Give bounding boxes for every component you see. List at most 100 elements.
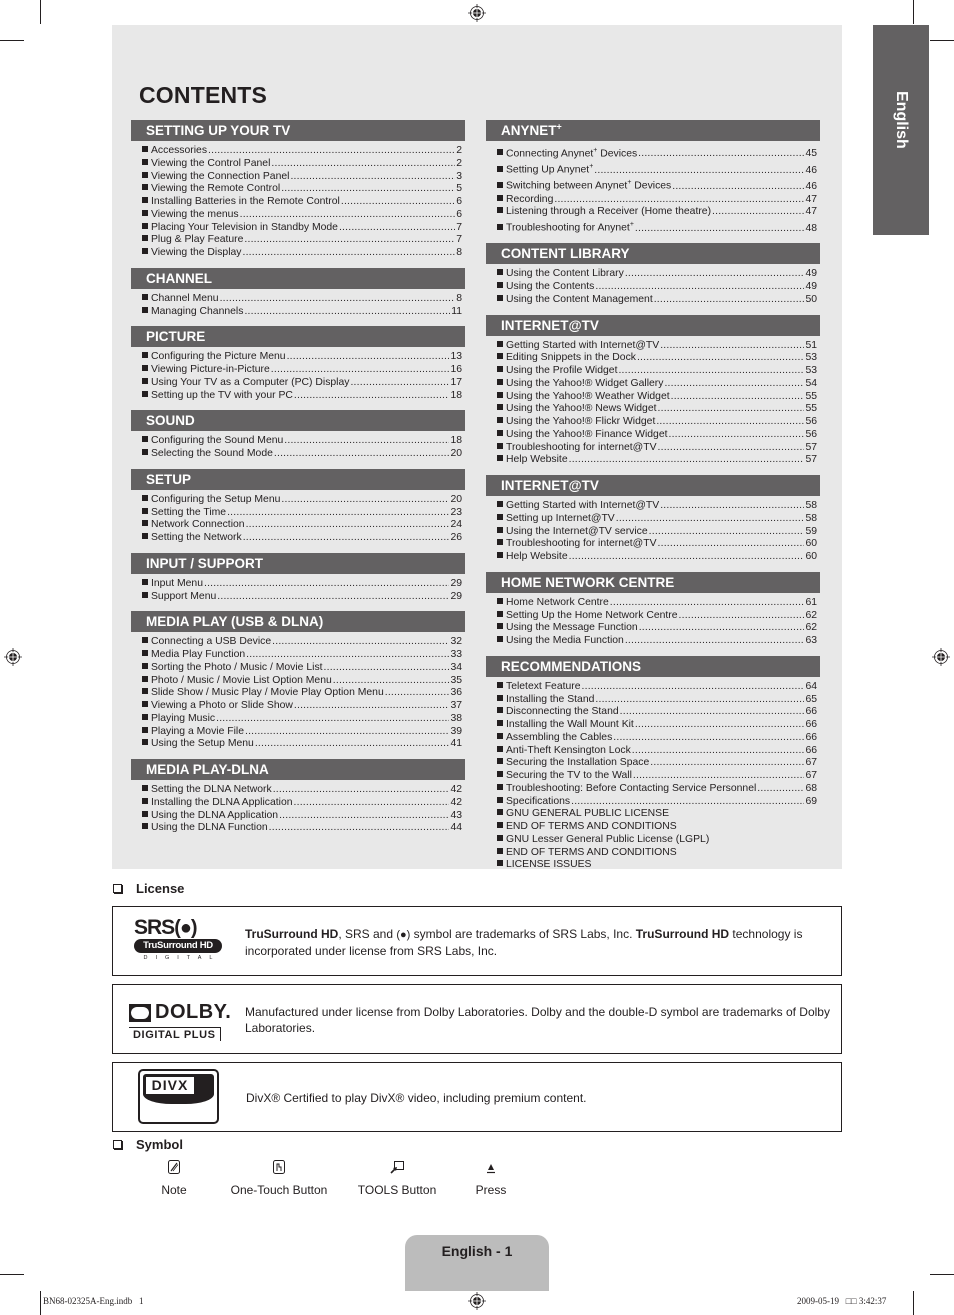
symbol-label: TOOLS Button	[357, 1183, 437, 1197]
toc-entry[interactable]: Support Menu 29	[131, 591, 465, 604]
toc-entry[interactable]: Setting the Time 23	[131, 507, 465, 520]
toc-entry[interactable]: Sorting the Photo / Music / Movie List 34	[131, 662, 465, 675]
toc-entry[interactable]: Help Website 57	[486, 454, 820, 467]
toc-entry[interactable]: Disconnecting the Stand 66	[486, 706, 820, 719]
toc-entry[interactable]: Troubleshooting for Anynet+48	[486, 219, 820, 235]
square-bullet-icon	[497, 340, 503, 347]
toc-entry[interactable]: Connecting Anynet+ Devices 45	[486, 145, 820, 161]
dot-leader	[333, 675, 450, 688]
toc-entry[interactable]: Anti-Theft Kensington Lock 66	[486, 745, 820, 758]
square-bullet-icon	[497, 623, 503, 630]
toc-entry[interactable]: Viewing the Control Panel 2	[131, 158, 465, 171]
toc-entry[interactable]: Installing Batteries in the Remote Contr…	[131, 196, 465, 209]
toc-entry[interactable]: Viewing Picture-in-Picture 16	[131, 364, 465, 377]
toc-entry[interactable]: Editing Snippets in the Dock 53	[486, 352, 820, 365]
dot-leader	[271, 158, 455, 171]
toc-entry[interactable]: Configuring the Setup Menu 20	[131, 494, 465, 507]
toc-entry[interactable]: Listening through a Receiver (Home theat…	[486, 206, 820, 219]
toc-entry[interactable]: Placing Your Television in Standby Mode 7	[131, 222, 465, 235]
toc-entry[interactable]: Using the Content Management 50	[486, 294, 820, 307]
toc-section: PICTUREConfiguring the Picture Menu13Vie…	[131, 326, 465, 402]
toc-entry[interactable]: Assembling the Cables 66	[486, 732, 820, 745]
toc-entry-label: Configuring the Setup Menu	[151, 494, 280, 507]
square-bullet-icon	[142, 390, 148, 397]
toc-entry[interactable]: Using the Yahoo!® Finance Widget 56	[486, 429, 820, 442]
toc-entry[interactable]: Viewing a Photo or Slide Show 37	[131, 700, 465, 713]
toc-entry[interactable]: Input Menu 29	[131, 578, 465, 591]
toc-entry[interactable]: Getting Started with Internet@TV 51	[486, 340, 820, 353]
toc-entry-label: Using the Media Function	[506, 635, 624, 648]
toc-entry[interactable]: Using the Yahoo!® Weather Widget 55	[486, 391, 820, 404]
toc-entry[interactable]: Help Website 60	[486, 551, 820, 564]
toc-entry[interactable]: Photo / Music / Movie List Option Menu 35	[131, 675, 465, 688]
toc-entry[interactable]: Installing the Stand 65	[486, 694, 820, 707]
license-heading: License	[113, 881, 184, 896]
toc-entry-text: Using the Setup Menu	[151, 738, 254, 750]
toc-entry[interactable]: GNU GENERAL PUBLIC LICENSE	[486, 808, 820, 821]
toc-entry[interactable]: Setting the Network 26	[131, 532, 465, 545]
toc-entry[interactable]: Setting Up the Home Network Centre 62	[486, 610, 820, 623]
toc-entry[interactable]: Using the Message Function 62	[486, 622, 820, 635]
toc-entry[interactable]: Installing the DLNA Application 42	[131, 797, 465, 810]
toc-entry[interactable]: Using the Yahoo!® Widget Gallery 54	[486, 378, 820, 391]
toc-entry[interactable]: Setting up the TV with your PC 18	[131, 390, 465, 403]
toc-entry[interactable]: Using Your TV as a Computer (PC) Display…	[131, 377, 465, 390]
toc-entry[interactable]: END OF TERMS AND CONDITIONS	[486, 821, 820, 834]
toc-entry[interactable]: Securing the TV to the Wall 67	[486, 770, 820, 783]
toc-entry[interactable]: Slide Show / Music Play / Movie Play Opt…	[131, 687, 465, 700]
toc-entry-label: Viewing the Remote Control	[151, 183, 280, 196]
toc-entry[interactable]: Using the Contents 49	[486, 281, 820, 294]
toc-entry[interactable]: Playing a Movie File 39	[131, 726, 465, 739]
toc-entry[interactable]: Using the Yahoo!® News Widget 55	[486, 403, 820, 416]
toc-entry[interactable]: Using the Yahoo!® Flickr Widget 56	[486, 416, 820, 429]
toc-entry[interactable]: Securing the Installation Space 67	[486, 757, 820, 770]
toc-entry[interactable]: Using the DLNA Application 43	[131, 810, 465, 823]
toc-entry-label: Connecting Anynet+ Devices	[506, 145, 637, 161]
toc-entry[interactable]: Installing the Wall Mount Kit 66	[486, 719, 820, 732]
toc-entry[interactable]: Managing Channels 11	[131, 306, 465, 319]
toc-entry[interactable]: Configuring the Sound Menu 18	[131, 435, 465, 448]
toc-entry[interactable]: Plug & Play Feature 7	[131, 234, 465, 247]
toc-entry[interactable]: END OF TERMS AND CONDITIONS	[486, 847, 820, 860]
toc-entry[interactable]: Using the Internet@TV service 59	[486, 526, 820, 539]
dot-leader	[240, 209, 456, 222]
toc-entry[interactable]: Viewing the Connection Panel 3	[131, 171, 465, 184]
toc-entry-page: 5	[456, 183, 462, 195]
toc-entry[interactable]: Media Play Function 33	[131, 649, 465, 662]
toc-entry[interactable]: Troubleshooting for internet@TV 60	[486, 538, 820, 551]
toc-section: INTERNET@TV Getting Started with Internet…	[486, 475, 820, 564]
toc-entry-label: Installing Batteries in the Remote Contr…	[151, 196, 340, 209]
toc-entry[interactable]: Using the Content Library 49	[486, 268, 820, 281]
toc-entry[interactable]: Viewing the menus 6	[131, 209, 465, 222]
toc-entry[interactable]: Using the Setup Menu 41	[131, 738, 465, 751]
toc-entry[interactable]: Switching between Anynet+ Devices 46	[486, 177, 820, 193]
toc-entry-page: 17	[450, 376, 462, 388]
toc-entry[interactable]: Network Connection 24	[131, 519, 465, 532]
toc-entry-page: 44	[450, 822, 462, 834]
toc-entry[interactable]: Recording 47	[486, 194, 820, 207]
toc-entry-page: 18	[450, 389, 462, 401]
toc-entry[interactable]: Configuring the Picture Menu 13	[131, 351, 465, 364]
toc-entry[interactable]: Getting Started with Internet@TV 58	[486, 500, 820, 513]
toc-entry[interactable]: Accessories 2	[131, 145, 465, 158]
toc-entry[interactable]: Viewing the Display 8	[131, 247, 465, 260]
toc-entry[interactable]: Setting up Internet@TV 58	[486, 513, 820, 526]
toc-entry[interactable]: Troubleshooting: Before Contacting Servi…	[486, 783, 820, 796]
toc-entry[interactable]: Using the DLNA Function 44	[131, 822, 465, 835]
toc-entry[interactable]: Using the Profile Widget 53	[486, 365, 820, 378]
toc-entry[interactable]: Specifications 69	[486, 796, 820, 809]
toc-entry[interactable]: Using the Media Function 63	[486, 635, 820, 648]
toc-entry[interactable]: Home Network Centre 61	[486, 597, 820, 610]
toc-entry[interactable]: Channel Menu 8	[131, 293, 465, 306]
toc-entry[interactable]: Playing Music 38	[131, 713, 465, 726]
toc-entry[interactable]: GNU Lesser General Public License (LGPL)	[486, 834, 820, 847]
toc-entry[interactable]: Selecting the Sound Mode 20	[131, 448, 465, 461]
toc-entry[interactable]: Teletext Feature 64	[486, 681, 820, 694]
toc-entry-page: 42	[450, 784, 462, 795]
toc-entry[interactable]: Troubleshooting for internet@TV 57	[486, 442, 820, 455]
toc-entry[interactable]: Connecting a USB Device 32	[131, 636, 465, 649]
toc-entry[interactable]: LICENSE ISSUES	[486, 859, 820, 872]
toc-entry[interactable]: Setting the DLNA Network 42	[131, 784, 465, 797]
toc-entry[interactable]: Setting Up Anynet+46	[486, 161, 820, 177]
toc-entry[interactable]: Viewing the Remote Control 5	[131, 183, 465, 196]
